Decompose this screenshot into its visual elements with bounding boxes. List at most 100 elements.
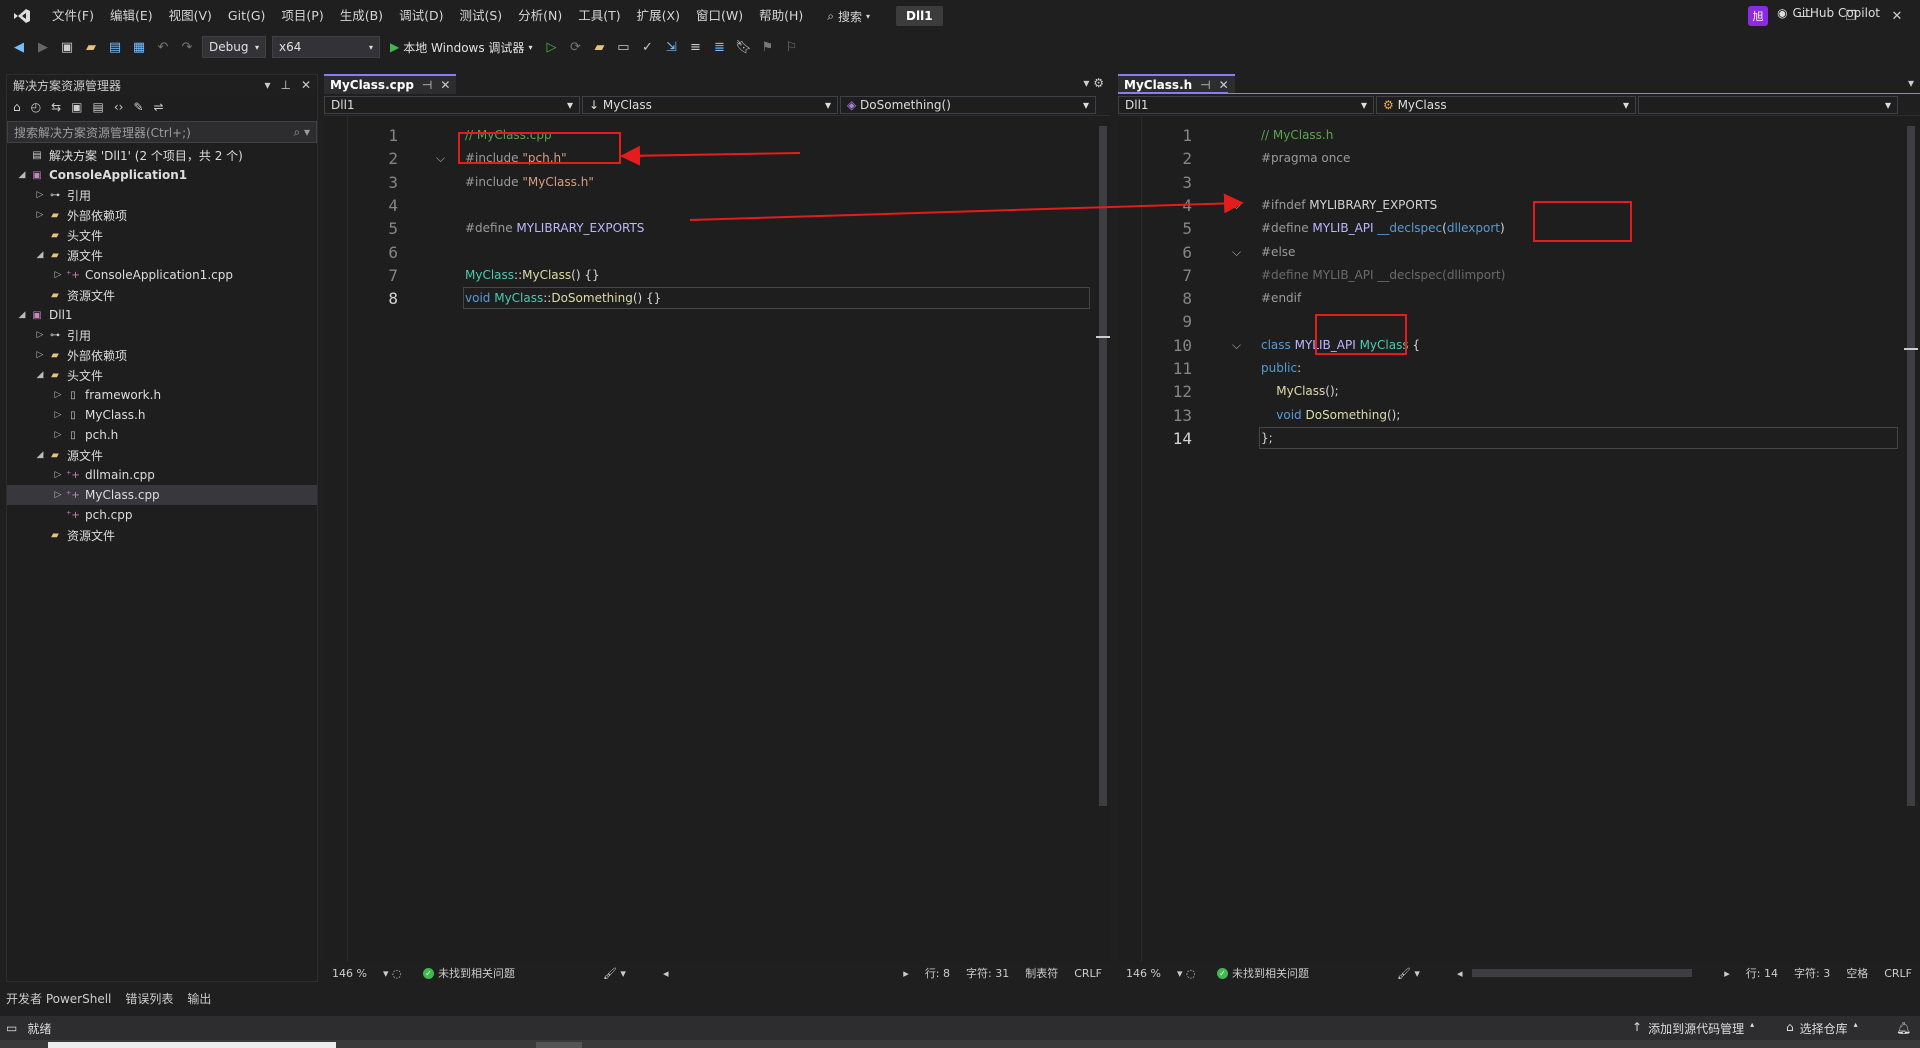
fold-toggle-icon[interactable]: ⌵: [436, 151, 445, 166]
code-line[interactable]: // MyClass.h: [1261, 124, 1333, 147]
tree-item[interactable]: ▤ 解决方案 'Dll1' (2 个项目，共 2 个): [7, 145, 317, 165]
right-vertical-scrollbar[interactable]: [1904, 116, 1918, 962]
solution-explorer-icon[interactable]: ▰: [590, 38, 608, 56]
code-line[interactable]: #include "MyClass.h": [465, 171, 594, 194]
search-button[interactable]: ⌕ 搜索 ▾: [819, 8, 878, 25]
configuration-dropdown[interactable]: Debug ▾: [202, 36, 266, 58]
code-line[interactable]: #include "pch.h": [465, 147, 567, 170]
start-without-debugging-icon[interactable]: ▷: [542, 38, 560, 56]
expander-icon[interactable]: ◢: [33, 450, 47, 460]
cleanup-icon[interactable]: 🖌︎ ▾: [1389, 967, 1449, 980]
layout-icon[interactable]: ▭: [614, 38, 632, 56]
code-line[interactable]: #endif: [1261, 287, 1301, 310]
left-vertical-scrollbar[interactable]: [1096, 116, 1110, 962]
expander-icon[interactable]: ▷: [51, 270, 65, 280]
tree-item[interactable]: ▰ 头文件: [7, 225, 317, 245]
line-indicator[interactable]: 行: 8: [917, 965, 958, 981]
menu-item[interactable]: 分析(N): [510, 0, 570, 32]
pin-icon[interactable]: ⊣: [422, 78, 432, 92]
menu-item[interactable]: Git(G): [220, 0, 274, 32]
member-dropdown[interactable]: ▾: [1638, 95, 1898, 114]
github-copilot-button[interactable]: ◉ GitHub Copilot: [1777, 6, 1880, 20]
solution-search-input[interactable]: 搜索解决方案资源管理器(Ctrl+;) ⌕ ▾: [7, 121, 317, 143]
member-dropdown[interactable]: ◈ DoSomething() ▾: [840, 95, 1096, 114]
expander-icon[interactable]: ▷: [51, 410, 65, 420]
next-bookmark-icon[interactable]: ⚐: [782, 38, 800, 56]
zoom-level[interactable]: 146 %: [324, 967, 375, 980]
scroll-right-icon[interactable]: ▸: [895, 967, 917, 980]
zoom-level[interactable]: 146 %: [1118, 967, 1169, 980]
new-item-icon[interactable]: ▣: [58, 38, 76, 56]
code-line[interactable]: MyClass();: [1261, 380, 1338, 403]
tab-options-icon[interactable]: ▾ ⚙: [1083, 76, 1104, 90]
tab-output[interactable]: 输出: [187, 990, 211, 1007]
undo-icon[interactable]: ↶: [154, 38, 172, 56]
code-line[interactable]: void DoSomething();: [1261, 404, 1400, 427]
tab-myclass-h[interactable]: MyClass.h ⊣ ✕: [1118, 74, 1235, 94]
redo-icon[interactable]: ↷: [178, 38, 196, 56]
expander-icon[interactable]: ▷: [33, 210, 47, 220]
tab-options-icon[interactable]: ▾: [1908, 76, 1914, 90]
menu-item[interactable]: 编辑(E): [102, 0, 161, 32]
close-icon[interactable]: ✕: [440, 78, 450, 92]
show-all-files-icon[interactable]: ▤: [93, 100, 104, 114]
expander-icon[interactable]: ◢: [15, 170, 29, 180]
code-line[interactable]: class MYLIB_API MyClass {: [1261, 334, 1420, 357]
expander-icon[interactable]: ◢: [33, 250, 47, 260]
scope-dropdown[interactable]: ⚙ MyClass ▾: [1376, 95, 1636, 114]
close-icon[interactable]: ✕: [1219, 78, 1229, 92]
menu-item[interactable]: 测试(S): [451, 0, 510, 32]
tab-myclass-cpp[interactable]: MyClass.cpp ⊣ ✕: [324, 74, 457, 94]
pin-icon[interactable]: ⊣: [1200, 78, 1210, 92]
comment-icon[interactable]: ≡: [686, 38, 704, 56]
tree-item[interactable]: ▷ ▰ 外部依赖项: [7, 345, 317, 365]
menu-item[interactable]: 帮助(H): [751, 0, 811, 32]
cleanup-icon[interactable]: 🖌︎ ▾: [595, 967, 655, 980]
menu-item[interactable]: 生成(B): [332, 0, 391, 32]
history-icon[interactable]: ◴: [31, 100, 41, 114]
code-line[interactable]: public:: [1261, 357, 1301, 380]
code-line[interactable]: // MyClass.cpp: [465, 124, 552, 147]
tree-item[interactable]: ▷ ⁺+ MyClass.cpp: [7, 485, 317, 505]
column-indicator[interactable]: 字符: 3: [1786, 965, 1838, 981]
expander-icon[interactable]: ▷: [51, 390, 65, 400]
tree-item[interactable]: ⁺+ pch.cpp: [7, 505, 317, 525]
horizontal-scrollbar[interactable]: ◂: [1449, 967, 1716, 980]
tree-item[interactable]: ▰ 资源文件: [7, 285, 317, 305]
code-line[interactable]: #define MYLIB_API __declspec(dllexport): [1261, 217, 1505, 240]
tree-item[interactable]: ◢ ▣ Dll1: [7, 305, 317, 325]
menu-item[interactable]: 项目(P): [273, 0, 331, 32]
tree-item[interactable]: ▷ ▰ 外部依赖项: [7, 205, 317, 225]
tree-item[interactable]: ▷ ⁺+ dllmain.cpp: [7, 465, 317, 485]
menu-item[interactable]: 工具(T): [570, 0, 628, 32]
code-line[interactable]: #pragma once: [1261, 147, 1350, 170]
line-indicator[interactable]: 行: 14: [1738, 965, 1786, 981]
preview-icon[interactable]: ⇌: [154, 100, 164, 114]
home-icon[interactable]: ⌂: [13, 100, 21, 114]
add-to-source-control-button[interactable]: ↑ 添加到源代码管理 ▴: [1632, 1020, 1754, 1037]
avatar[interactable]: 旭: [1748, 6, 1768, 26]
platform-dropdown[interactable]: x64 ▾: [272, 36, 380, 58]
code-line[interactable]: };: [1261, 427, 1273, 450]
code-view-icon[interactable]: ‹›: [114, 100, 124, 114]
step-icon[interactable]: ⇲: [662, 38, 680, 56]
forward-icon[interactable]: ▶: [34, 38, 52, 56]
chevron-down-icon[interactable]: ▾: [264, 78, 270, 92]
expander-icon[interactable]: ▷: [51, 470, 65, 480]
prev-bookmark-icon[interactable]: ⚑: [758, 38, 776, 56]
project-dropdown[interactable]: Dll1 ▾: [1118, 95, 1374, 114]
code-line[interactable]: #ifndef MYLIBRARY_EXPORTS: [1261, 194, 1437, 217]
back-icon[interactable]: ◀: [10, 38, 28, 56]
notifications-icon[interactable]: 🔔︎: [1896, 1021, 1911, 1035]
code-line[interactable]: #define MYLIB_API __declspec(dllimport): [1261, 264, 1505, 287]
expander-icon[interactable]: ◢: [33, 370, 47, 380]
spell-check-icon[interactable]: ✓: [638, 38, 656, 56]
project-dropdown[interactable]: Dll1 ▾: [324, 95, 580, 114]
code-line[interactable]: #else: [1261, 241, 1295, 264]
expander-icon[interactable]: ▷: [51, 430, 65, 440]
start-debugging-button[interactable]: ▶ 本地 Windows 调试器 ▾: [386, 39, 536, 56]
collapse-all-icon[interactable]: ▣: [71, 100, 82, 114]
menu-item[interactable]: 窗口(W): [688, 0, 751, 32]
chevron-down-icon[interactable]: ▾ ◌: [375, 967, 415, 980]
code-line[interactable]: void MyClass::DoSomething() {}: [465, 287, 661, 310]
